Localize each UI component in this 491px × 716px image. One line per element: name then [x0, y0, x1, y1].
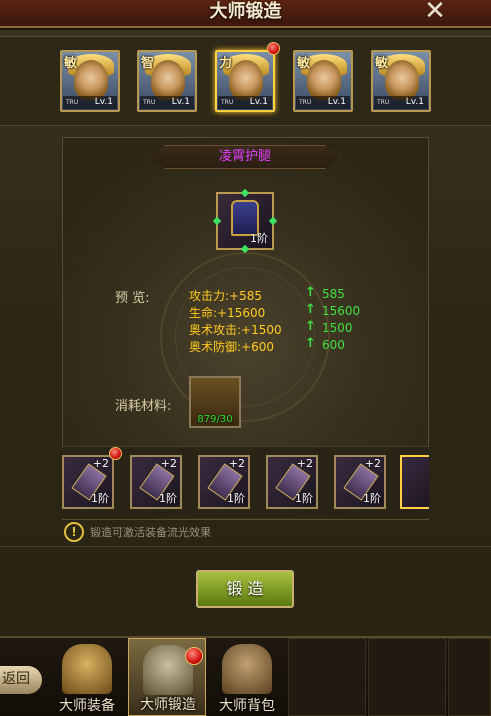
equipment-strip: +2 1阶 +2 1阶 +2 1阶 +2 1阶 +2 1阶 [62, 446, 429, 518]
enhance-level: +2 [364, 457, 381, 470]
stat-hp: 生命:+15600 [189, 306, 266, 320]
tab-empty [448, 638, 491, 716]
hero-portrait [307, 60, 341, 100]
tab-label: 大师装备 [59, 698, 115, 714]
hero-attribute: 敏 [297, 56, 311, 71]
hero-level: TRU Lv.1 [63, 96, 117, 109]
enhance-level: +2 [228, 457, 245, 470]
tab-empty [288, 638, 366, 716]
equipment-slot-3[interactable]: +2 1阶 [198, 455, 250, 509]
up-arrow-icon: ↑ [305, 302, 316, 317]
stat-attack-after: 585 [322, 287, 345, 301]
slot-tier: 1阶 [91, 492, 109, 505]
stat-attack: 攻击力:+585 [189, 289, 263, 303]
window-title: 大师锻造 [209, 1, 282, 22]
hero-portrait [229, 60, 263, 100]
equipment-slot-1[interactable]: +2 1阶 [62, 455, 114, 509]
stat-arcane-attack: 奥术攻击:+1500 [189, 323, 282, 337]
enhance-level: +2 [160, 457, 177, 470]
hero-level: TRU Lv.1 [374, 96, 428, 109]
hero-card-2[interactable]: 智 TRU Lv.1 [137, 50, 197, 112]
item-tier: 1阶 [250, 232, 268, 245]
stat-arcane-defense: 奥术防御:+600 [189, 340, 275, 354]
armor-icon [62, 644, 112, 694]
slot-tier: 1阶 [363, 492, 381, 505]
hero-level: TRU Lv.1 [140, 96, 194, 109]
hero-level-text: Lv.1 [94, 97, 113, 107]
item-name: 凌霄护腿 [218, 149, 271, 164]
hero-card-5[interactable]: 敏 TRU Lv.1 [371, 50, 431, 112]
info-icon: ! [64, 522, 84, 542]
stat-hp-after: 15600 [322, 304, 361, 318]
equipment-slot-2[interactable]: +2 1阶 [130, 455, 182, 509]
hero-portrait [385, 60, 419, 100]
hero-level: TRU Lv.1 [296, 96, 350, 109]
hero-portrait [74, 60, 108, 100]
hero-attribute: 力 [219, 56, 233, 71]
hero-card-3[interactable]: 力 TRU Lv.1 [215, 50, 275, 112]
preview-label: 预 览: [115, 291, 150, 306]
tab-empty [368, 638, 446, 716]
hero-level: TRU Lv.1 [218, 96, 272, 109]
hero-card-4[interactable]: 敏 TRU Lv.1 [293, 50, 353, 112]
selected-item[interactable]: 1阶 [212, 188, 278, 254]
hero-level-text: Lv.1 [249, 97, 268, 107]
chest-icon [222, 644, 272, 694]
equipment-slot-5[interactable]: +2 1阶 [334, 455, 386, 509]
equipment-slot-4[interactable]: +2 1阶 [266, 455, 318, 509]
notification-dot [267, 42, 280, 55]
tab-master-bag[interactable]: 大师背包 [208, 638, 286, 716]
hero-badge: TRU [299, 99, 312, 106]
tab-label: 大师背包 [219, 698, 275, 714]
hero-card-1[interactable]: 敏 TRU Lv.1 [60, 50, 120, 112]
hero-attribute: 敏 [375, 56, 389, 71]
up-arrow-icon: ↑ [305, 285, 316, 300]
tab-master-equipment[interactable]: 大师装备 [48, 638, 126, 716]
tab-master-forge[interactable]: 大师锻造 [128, 638, 206, 716]
hero-level-text: Lv.1 [405, 97, 424, 107]
hint-text: 锻造可激活装备流光效果 [90, 526, 211, 539]
forge-button[interactable]: 锻 造 [196, 570, 294, 608]
hero-level-text: Lv.1 [327, 97, 346, 107]
notification-dot [109, 447, 122, 460]
notification-dot [185, 647, 203, 665]
hero-badge: TRU [377, 99, 390, 106]
hero-attribute: 智 [141, 56, 155, 71]
material-count: 879/30 [197, 414, 233, 425]
slot-tier: 1阶 [159, 492, 177, 505]
close-icon[interactable]: ✕ [420, 0, 450, 24]
hero-attribute: 敏 [64, 56, 78, 71]
slot-tier: 1阶 [295, 492, 313, 505]
hero-badge: TRU [221, 99, 234, 106]
up-arrow-icon: ↑ [305, 319, 316, 334]
stat-arcane-attack-after: 1500 [322, 321, 353, 335]
hero-level-text: Lv.1 [171, 97, 190, 107]
tab-label: 大师锻造 [140, 697, 196, 713]
hero-portrait [151, 60, 185, 100]
material-label: 消耗材料: [115, 399, 172, 414]
material-item[interactable]: 879/30 [189, 376, 241, 428]
slot-tier: 1阶 [227, 492, 245, 505]
up-arrow-icon: ↑ [305, 336, 316, 351]
back-button[interactable]: 返回 [0, 666, 42, 694]
enhance-level: +2 [92, 457, 109, 470]
stat-arcane-defense-after: 600 [322, 338, 345, 352]
hero-badge: TRU [143, 99, 156, 106]
enhance-level: +2 [296, 457, 313, 470]
hero-badge: TRU [66, 99, 79, 106]
hero-selector: 敏 TRU Lv.1 智 TRU Lv.1 力 TRU Lv.1 敏 TRU Lv.1 … [0, 36, 491, 126]
equipment-slot-6[interactable] [400, 455, 429, 509]
